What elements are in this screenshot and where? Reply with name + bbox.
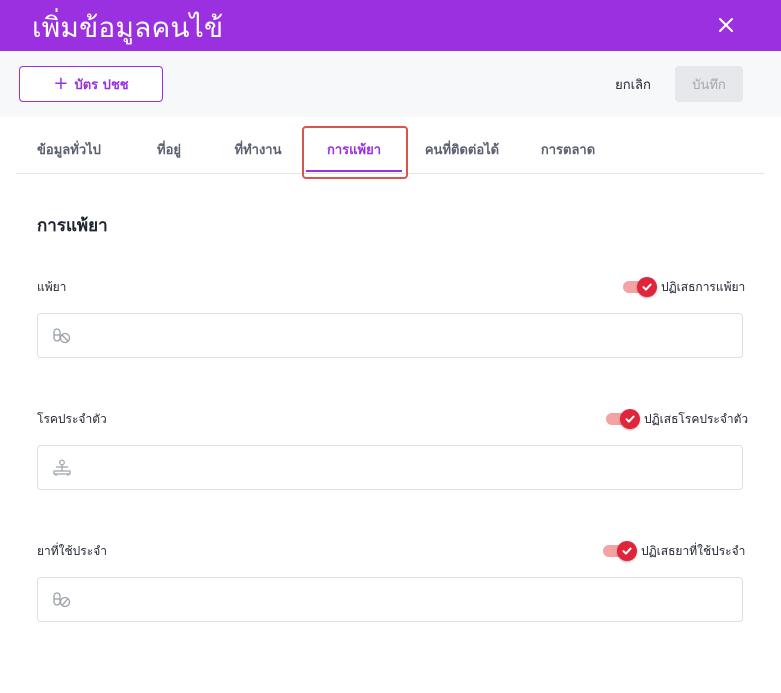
toggle-switch[interactable]	[606, 409, 640, 429]
drug-allergy-input[interactable]	[37, 313, 743, 358]
add-id-card-label: บัตร ปชช	[74, 77, 129, 93]
toggle-label: ปฏิเสธยาที่ใช้ประจำ	[641, 543, 746, 558]
tab-workplace[interactable]: ที่ทำงาน	[216, 125, 300, 174]
check-icon	[617, 541, 637, 561]
save-button[interactable]: บันทึก	[675, 66, 743, 102]
regular-medication-input[interactable]	[37, 577, 743, 622]
check-icon	[637, 277, 657, 297]
chronic-disease-label: โรคประจำตัว	[37, 412, 107, 426]
patient-icon	[53, 459, 71, 476]
check-icon	[620, 409, 640, 429]
pills-icon	[53, 592, 71, 608]
regular-medication-label: ยาที่ใช้ประจำ	[37, 544, 107, 558]
close-icon	[719, 18, 733, 32]
cancel-button[interactable]: ยกเลิก	[604, 66, 662, 102]
deny-drug-allergy-toggle[interactable]: ปฏิเสธการแพ้ยา	[623, 277, 745, 297]
tab-marketing[interactable]: การตลาด	[526, 125, 610, 174]
tab-contact-person[interactable]: คนที่ติดต่อได้	[412, 125, 512, 174]
tab-general-info[interactable]: ข้อมูลทั่วไป	[20, 125, 118, 174]
toggle-label: ปฏิเสธโรคประจำตัว	[644, 411, 749, 426]
toggle-switch[interactable]	[623, 277, 657, 297]
deny-regular-medication-toggle[interactable]: ปฏิเสธยาที่ใช้ประจำ	[603, 541, 745, 561]
add-id-card-button[interactable]: + บัตร ปชช	[19, 66, 163, 102]
pill-blocked-icon	[53, 328, 71, 344]
active-tab-underline	[306, 170, 402, 172]
modal-title: เพิ่มข้อมูลคนไข้	[32, 11, 224, 44]
tab-drug-allergy[interactable]: การแพ้ยา	[306, 125, 402, 174]
drug-allergy-label: แพ้ยา	[37, 280, 67, 294]
section-title: การแพ้ยา	[37, 216, 108, 236]
deny-chronic-disease-toggle[interactable]: ปฏิเสธโรคประจำตัว	[606, 409, 748, 429]
toggle-switch[interactable]	[603, 541, 637, 561]
toolbar: + บัตร ปชช ยกเลิก บันทึก	[0, 51, 781, 117]
tab-bar: ข้อมูลทั่วไป ที่อยู่ ที่ทำงาน การแพ้ยา ค…	[16, 125, 764, 179]
plus-icon: +	[53, 73, 69, 94]
modal-header: เพิ่มข้อมูลคนไข้	[0, 0, 781, 51]
tab-address[interactable]: ที่อยู่	[134, 125, 204, 174]
chronic-disease-input[interactable]	[37, 445, 743, 490]
toggle-label: ปฏิเสธการแพ้ยา	[661, 279, 746, 294]
close-button[interactable]	[711, 10, 741, 40]
